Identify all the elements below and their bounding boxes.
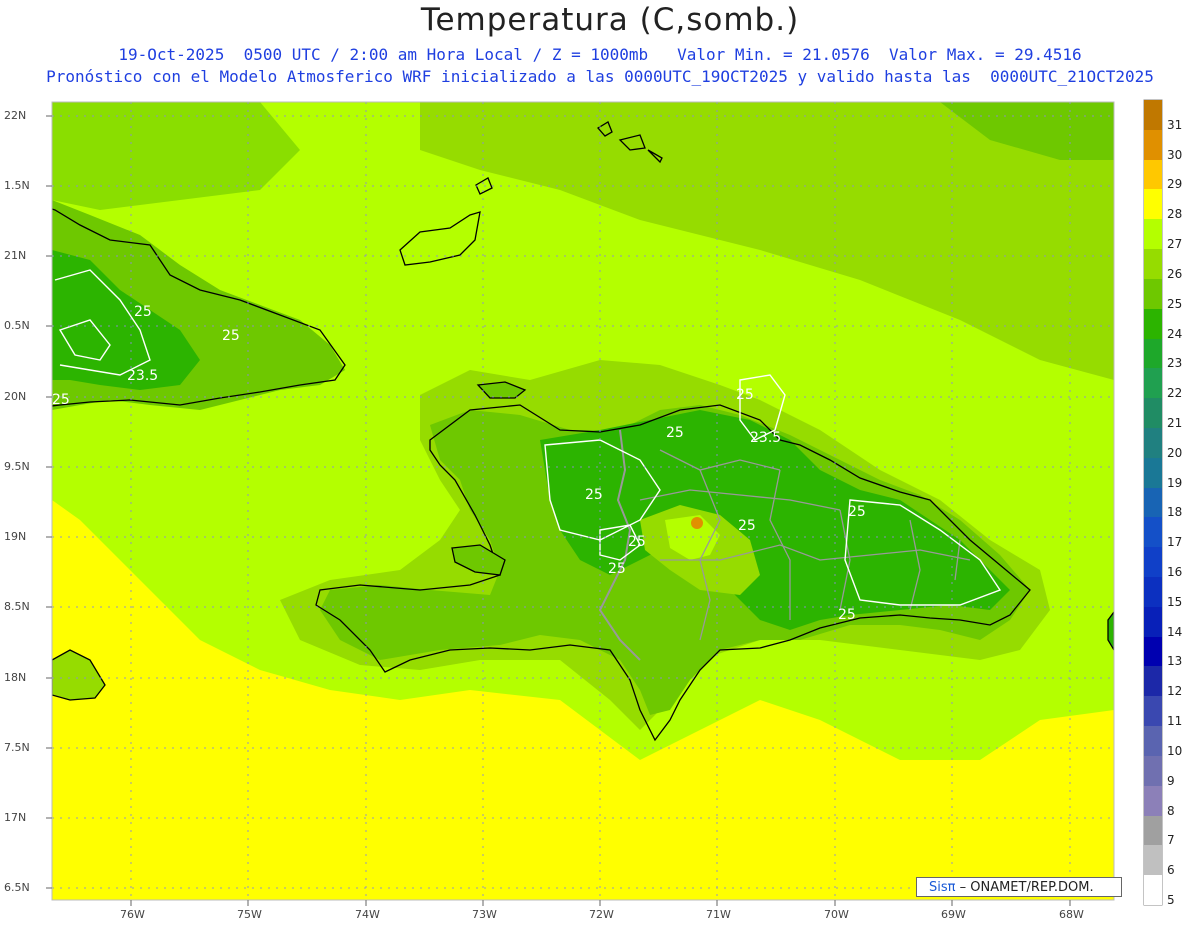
colorbar-label: 19	[1167, 475, 1183, 490]
colorbar-label: 20	[1167, 445, 1183, 460]
lon-label: 73W	[472, 908, 497, 921]
temperature-map: 25 25 23.5 25 25 25 23.5 25 25 25 25 25 …	[46, 99, 1163, 906]
contour-label: 25	[666, 425, 684, 441]
lon-label: 75W	[237, 908, 262, 921]
colorbar-label: 24	[1167, 326, 1183, 341]
dr-peak	[691, 517, 703, 529]
contour-label: 25	[838, 607, 856, 623]
colorbar-label: 25	[1167, 296, 1183, 311]
contour-label: 25	[585, 487, 603, 503]
contour-label: 25	[848, 504, 866, 520]
colorbar-swatch	[1144, 219, 1162, 250]
colorbar-label: 23	[1167, 356, 1183, 371]
colorbar-swatch	[1144, 577, 1162, 608]
colorbar-label: 18	[1167, 505, 1183, 520]
colorbar-swatch	[1144, 606, 1162, 638]
colorbar-swatch	[1144, 398, 1162, 429]
lon-label: 68W	[1059, 908, 1084, 921]
contour-label: 25	[736, 387, 754, 403]
colorbar-label: 17	[1167, 535, 1183, 550]
colorbar-swatch	[1144, 666, 1162, 697]
colorbar-swatch	[1144, 189, 1162, 220]
colorbar-swatch	[1144, 636, 1162, 667]
colorbar-swatch	[1144, 457, 1162, 489]
colorbar-swatch	[1144, 755, 1162, 787]
colorbar-label: 8	[1167, 803, 1175, 818]
lon-label: 72W	[589, 908, 614, 921]
colorbar-label: 27	[1167, 237, 1183, 252]
colorbar-swatch	[1144, 487, 1162, 518]
lat-label: 21N	[4, 249, 27, 262]
logo-brand: Sisπ	[929, 880, 956, 895]
colorbar-swatch	[1144, 845, 1162, 876]
lon-label: 71W	[706, 908, 731, 921]
colorbar-label: 29	[1167, 177, 1183, 192]
lat-label: 22N	[4, 109, 27, 122]
contour-label: 23.5	[750, 430, 781, 446]
colorbar-swatch	[1144, 726, 1162, 757]
colorbar-label: 21	[1167, 415, 1183, 430]
colorbar-label: 22	[1167, 386, 1183, 401]
contour-label: 25	[222, 328, 240, 344]
colorbar-swatch	[1144, 875, 1162, 906]
contour-label: 25	[52, 392, 70, 408]
colorbar-label: 9	[1167, 773, 1175, 788]
colorbar-swatch	[1144, 368, 1162, 399]
colorbar-label: 6	[1167, 863, 1175, 878]
colorbar-swatch	[1144, 785, 1162, 817]
colorbar-swatch	[1144, 308, 1162, 340]
lat-label: 1.5N	[4, 179, 30, 192]
logo-text: – ONAMET/REP.DOM.	[955, 880, 1094, 895]
colorbar-swatch	[1144, 547, 1162, 578]
colorbar-label: 30	[1167, 147, 1183, 162]
contour-label: 25	[738, 518, 756, 534]
lat-label: 9.5N	[4, 460, 30, 473]
contour-label: 25	[628, 534, 646, 550]
colorbar-label: 13	[1167, 654, 1183, 669]
colorbar-label: 26	[1167, 266, 1183, 281]
contour-label: 25	[608, 561, 626, 577]
lat-label: 0.5N	[4, 319, 30, 332]
lon-label: 70W	[824, 908, 849, 921]
colorbar-swatch	[1144, 517, 1162, 548]
lat-label: 6.5N	[4, 881, 30, 894]
sispi-logo: Sisπ – ONAMET/REP.DOM.	[916, 877, 1122, 897]
colorbar-swatch	[1144, 696, 1162, 727]
lat-label: 19N	[4, 530, 27, 543]
lat-label: 8.5N	[4, 600, 30, 613]
lat-label: 7.5N	[4, 741, 30, 754]
colorbar-label: 14	[1167, 624, 1183, 639]
colorbar-swatch	[1144, 129, 1162, 161]
colorbar-label: 31	[1167, 117, 1183, 132]
contour-label: 25	[134, 304, 152, 320]
lon-label: 76W	[120, 908, 145, 921]
colorbar-label: 10	[1167, 743, 1183, 758]
colorbar-swatch	[1144, 278, 1162, 310]
lon-label: 74W	[355, 908, 380, 921]
lat-label: 20N	[4, 390, 27, 403]
colorbar-swatch	[1144, 427, 1162, 459]
colorbar-swatch	[1144, 159, 1162, 190]
colorbar-label: 28	[1167, 207, 1183, 222]
contour-label: 23.5	[127, 368, 158, 384]
colorbar-label: 11	[1167, 714, 1183, 729]
colorbar-swatch	[1144, 815, 1162, 846]
colorbar-label: 12	[1167, 684, 1183, 699]
lat-label: 18N	[4, 671, 27, 684]
colorbar-label: 16	[1167, 565, 1183, 580]
colorbar-label: 5	[1167, 893, 1175, 907]
colorbar-swatch	[1144, 249, 1162, 280]
colorbar-label: 7	[1167, 833, 1175, 848]
colorbar-swatch	[1144, 338, 1162, 369]
lon-label: 69W	[941, 908, 966, 921]
colorbar-label: 15	[1167, 594, 1183, 609]
colorbar-swatch	[1144, 100, 1162, 131]
lat-label: 17N	[4, 811, 27, 824]
